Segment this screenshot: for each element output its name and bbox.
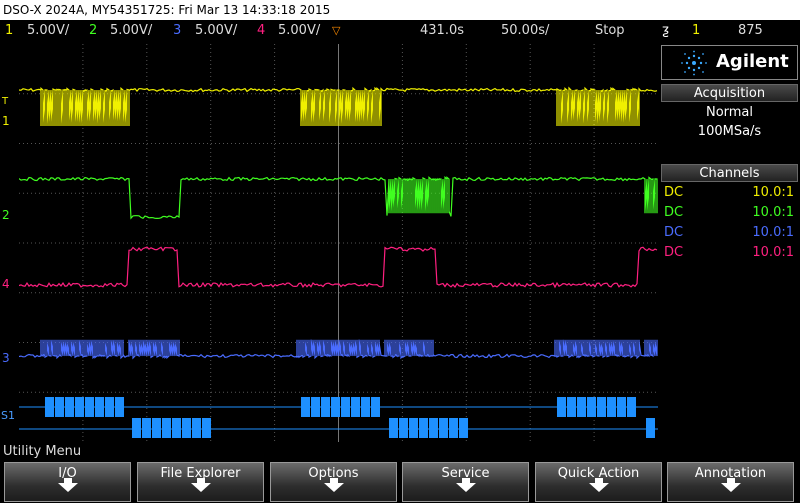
ch3-label[interactable]: 3 bbox=[173, 20, 181, 42]
trigger-position-icon: ▽ bbox=[332, 24, 341, 37]
softkey-service[interactable]: Service bbox=[402, 462, 529, 502]
softkey-io[interactable]: I/O bbox=[4, 462, 131, 502]
softkey-file-explorer[interactable]: File Explorer bbox=[137, 462, 264, 502]
acquisition-rate: 100MSa/s bbox=[697, 124, 762, 139]
ch4-ground-marker[interactable]: 4 bbox=[2, 277, 10, 291]
softkey-quick-action[interactable]: Quick Action bbox=[535, 462, 662, 502]
ch4-label[interactable]: 4 bbox=[257, 20, 265, 42]
status-bar: 1 5.00V/ 2 5.00V/ 3 5.00V/ 4 5.00V/ ▽ 43… bbox=[0, 20, 800, 42]
brand-panel: Agilent bbox=[661, 45, 798, 80]
menu-title: Utility Menu bbox=[0, 443, 800, 461]
channel-row-1: DC 10.0:1 bbox=[663, 183, 796, 202]
ch1-scale[interactable]: 5.00V/ bbox=[27, 20, 69, 42]
channel-row-3: DC 10.0:1 bbox=[663, 223, 796, 242]
ch4-scale[interactable]: 5.00V/ bbox=[278, 20, 320, 42]
softkey-options[interactable]: Options bbox=[270, 462, 397, 502]
ch1-coupling: DC bbox=[664, 185, 684, 200]
serial-bus-marker[interactable]: S1 bbox=[1, 409, 15, 422]
ch3-scale[interactable]: 5.00V/ bbox=[195, 20, 237, 42]
acquisition-mode: Normal bbox=[705, 105, 754, 120]
ch1-ground-marker[interactable]: 1 bbox=[2, 114, 10, 128]
ch2-label[interactable]: 2 bbox=[89, 20, 97, 42]
waveform-display[interactable] bbox=[19, 44, 658, 442]
time-position[interactable]: 431.0s bbox=[420, 20, 464, 42]
ch3-ground-marker[interactable]: 3 bbox=[2, 351, 10, 365]
ch2-ground-marker[interactable]: 2 bbox=[2, 208, 10, 222]
trigger-level-marker[interactable]: T bbox=[2, 96, 8, 107]
agilent-spark-icon bbox=[681, 50, 707, 76]
trigger-level[interactable]: 875 bbox=[738, 20, 763, 42]
arrow-down-icon bbox=[190, 478, 211, 492]
ch2-scale[interactable]: 5.00V/ bbox=[110, 20, 152, 42]
ch1-probe: 10.0:1 bbox=[752, 185, 794, 200]
arrow-down-icon bbox=[323, 478, 344, 492]
ch4-probe: 10.0:1 bbox=[752, 245, 794, 260]
acquisition-header: Acquisition bbox=[661, 84, 798, 102]
trigger-edge-icon: ƺ bbox=[662, 23, 669, 38]
run-state[interactable]: Stop bbox=[595, 20, 625, 42]
trigger-source[interactable]: 1 bbox=[692, 20, 700, 42]
arrow-down-icon bbox=[720, 478, 741, 492]
brand-name: Agilent bbox=[716, 51, 789, 72]
arrow-down-icon bbox=[455, 478, 476, 492]
channels-header: Channels bbox=[661, 164, 798, 182]
channel-row-4: DC 10.0:1 bbox=[663, 243, 796, 262]
arrow-down-icon bbox=[588, 478, 609, 492]
arrow-down-icon bbox=[57, 478, 78, 492]
ch3-coupling: DC bbox=[664, 225, 684, 240]
ch4-coupling: DC bbox=[664, 245, 684, 260]
softkey-bar: I/O File Explorer Options Service Quick … bbox=[0, 461, 800, 503]
ch1-label[interactable]: 1 bbox=[5, 20, 13, 42]
ch2-probe: 10.0:1 bbox=[752, 205, 794, 220]
ch3-probe: 10.0:1 bbox=[752, 225, 794, 240]
softkey-annotation[interactable]: Annotation bbox=[667, 462, 794, 502]
window-title: DSO-X 2024A, MY54351725: Fri Mar 13 14:3… bbox=[0, 0, 800, 20]
ch2-coupling: DC bbox=[664, 205, 684, 220]
time-scale[interactable]: 50.00s/ bbox=[501, 20, 549, 42]
channel-row-2: DC 10.0:1 bbox=[663, 203, 796, 222]
